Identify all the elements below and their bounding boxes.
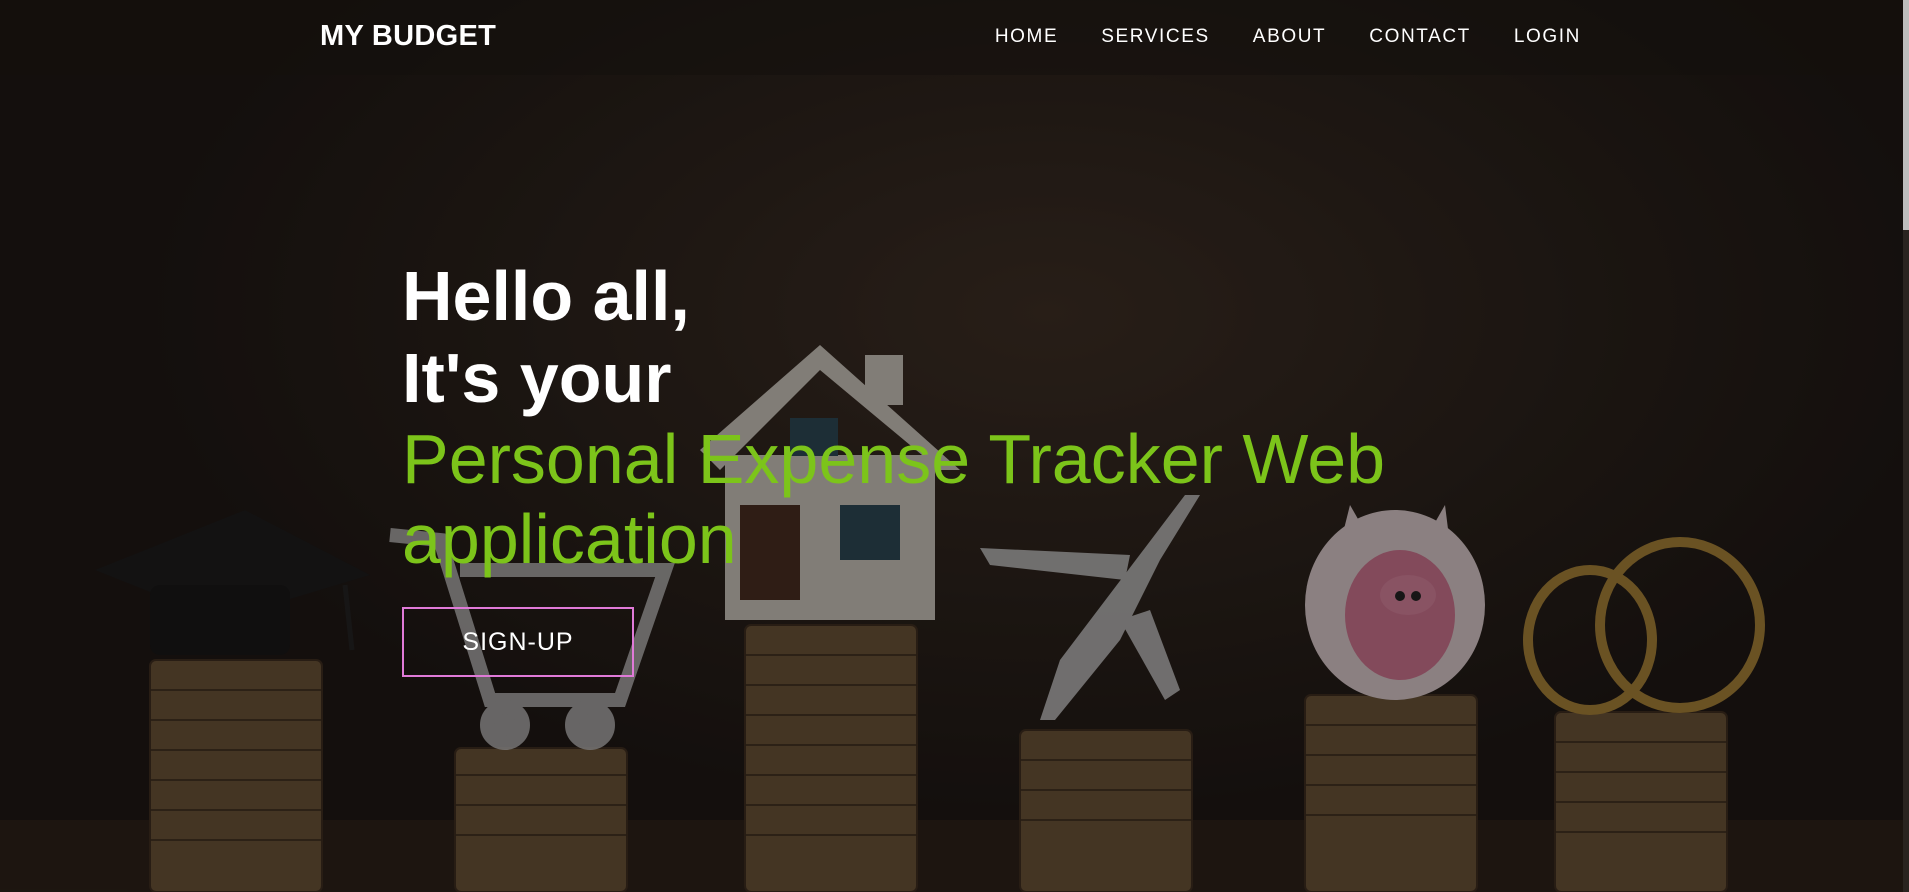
- nav-home-link[interactable]: HOME: [995, 26, 1058, 48]
- top-navbar: MY BUDGET HOME SERVICES ABOUT CONTACT LO…: [0, 0, 1903, 75]
- scrollbar-thumb[interactable]: [1903, 0, 1909, 230]
- signup-button[interactable]: SIGN-UP: [402, 607, 634, 677]
- nav-links: HOME SERVICES ABOUT CONTACT LOGIN: [995, 26, 1581, 48]
- nav-contact-link[interactable]: CONTACT: [1369, 26, 1471, 48]
- brand-logo[interactable]: MY BUDGET: [320, 20, 496, 53]
- hero-heading: Hello all, It's your Personal Expense Tr…: [402, 255, 1502, 579]
- nav-services-link[interactable]: SERVICES: [1101, 26, 1210, 48]
- landing-page: MY BUDGET HOME SERVICES ABOUT CONTACT LO…: [0, 0, 1909, 892]
- nav-about-link[interactable]: ABOUT: [1253, 26, 1326, 48]
- nav-login-link[interactable]: LOGIN: [1514, 26, 1581, 48]
- hero-highlight-title: Personal Expense Tracker Web application: [402, 420, 1386, 578]
- hero-greeting: Hello all,: [402, 257, 690, 335]
- hero-subgreeting: It's your: [402, 339, 672, 417]
- page-scrollbar[interactable]: [1903, 0, 1909, 892]
